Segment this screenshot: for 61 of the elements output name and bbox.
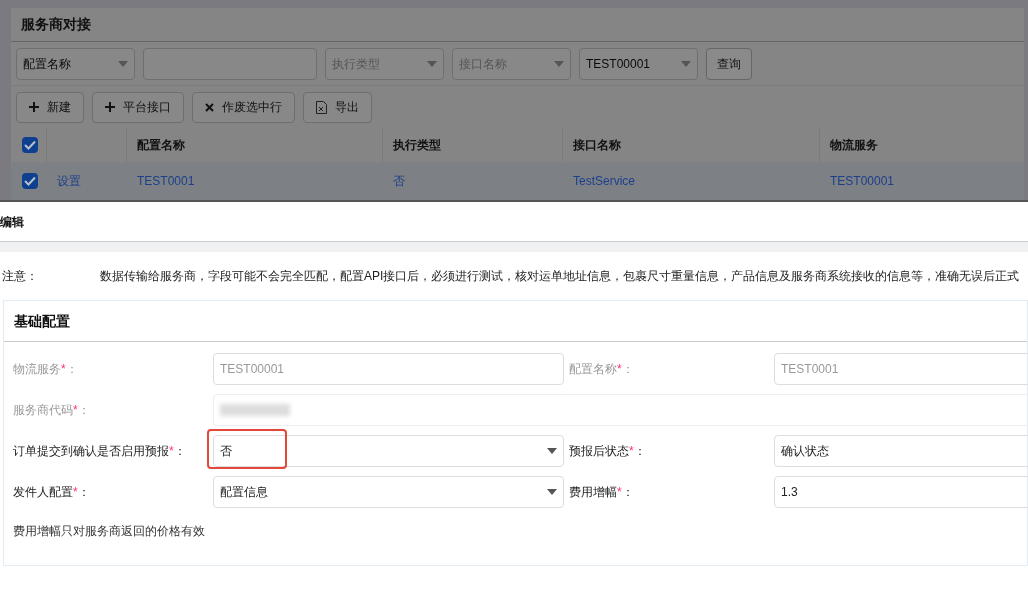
toolbar-button[interactable]: 平台接口 (92, 91, 184, 123)
label-colon: ： (621, 484, 634, 501)
field-label: 发件人配置 (13, 484, 73, 501)
required-mark: * (73, 402, 78, 419)
required-mark: * (629, 443, 634, 460)
close-icon (205, 102, 214, 112)
required-mark: * (73, 484, 78, 501)
file-icon (316, 100, 327, 114)
required-mark: * (61, 361, 66, 378)
search-button[interactable]: 查询 (706, 47, 752, 80)
field-label: 服务商代码 (13, 402, 73, 419)
field-label: 配置名称 (569, 361, 617, 378)
filter-input[interactable] (143, 47, 317, 80)
caret-icon (547, 448, 557, 454)
filter-select[interactable]: 配置名称 (16, 47, 135, 80)
caret-icon (554, 60, 564, 67)
column-header: 接口名称 (573, 137, 621, 154)
toolbar-button[interactable]: 新建 (16, 91, 84, 123)
column-header: 执行类型 (393, 137, 441, 154)
checkbox[interactable] (22, 137, 38, 153)
note-text: 数据传输给服务商，字段可能不会完全匹配，配置API接口后，必须进行测试，核对运单地址信息，包裹尺寸重量信息，产品信息及服务商系统接收的信息等，准确无误后正式 (100, 268, 1020, 285)
field-label: 物流服务 (13, 361, 61, 378)
caret-icon (427, 60, 437, 67)
filter-select[interactable]: TEST00001 (579, 47, 698, 80)
toolbar-button[interactable]: 作废选中行 (192, 91, 295, 123)
label-colon: ： (65, 361, 78, 378)
toolbar-button[interactable]: 导出 (303, 91, 372, 123)
column-header: 物流服务 (830, 137, 878, 154)
select-field[interactable]: 配置信息 (213, 476, 564, 508)
plus-icon (105, 102, 115, 112)
table-cell-text: TestService (573, 173, 636, 190)
required-mark: * (617, 484, 622, 501)
section-title: 基础配置 (14, 311, 70, 331)
caret-icon (118, 60, 128, 67)
required-mark: * (617, 361, 622, 378)
note-label: 注意： (1, 268, 39, 285)
table-cell-text: 否 (393, 173, 405, 190)
label-colon: ： (173, 443, 186, 460)
text-field[interactable]: 1.3 (774, 476, 1028, 508)
field-label: 订单提交到确认是否启用预报 (13, 443, 169, 460)
label-colon: ： (77, 484, 90, 501)
select-field[interactable]: 否 (213, 435, 564, 467)
table-cell-text: TEST0001 (137, 173, 195, 190)
plus-icon (29, 102, 39, 112)
text-field[interactable] (213, 394, 1028, 426)
label-colon: ： (621, 361, 634, 378)
checkbox[interactable] (22, 173, 38, 189)
column-header: 配置名称 (137, 137, 185, 154)
caret-icon (547, 489, 557, 495)
text-field[interactable]: 确认状态 (774, 435, 1028, 467)
required-mark: * (169, 443, 174, 460)
field-label: 费用增幅 (569, 484, 617, 501)
field-label: 预报后状态 (569, 443, 629, 460)
blurred-value (220, 404, 290, 416)
table-cell-text: TEST00001 (830, 173, 895, 190)
caret-icon (681, 60, 691, 67)
page-title: 服务商对接 (21, 15, 91, 34)
label-colon: ： (77, 402, 90, 419)
label-colon: ： (633, 443, 646, 460)
hint-text: 费用增幅只对服务商返回的价格有效 (13, 524, 205, 538)
dialog-title: 编辑 (0, 213, 24, 231)
